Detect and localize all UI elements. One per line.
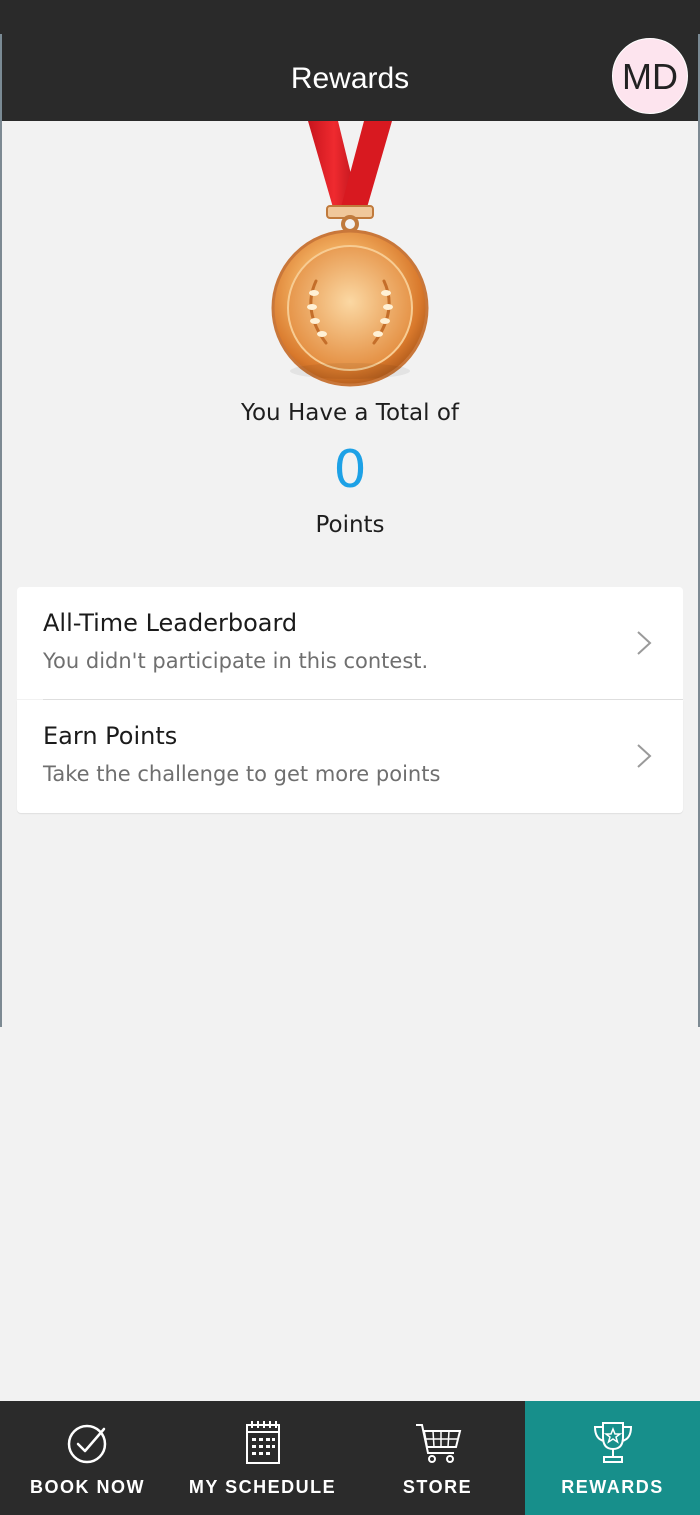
app-header: Rewards MD [0,34,700,121]
bottom-tab-bar: BOOK NOW MY SCHEDULE STORE REWARDS [0,1401,700,1515]
chevron-right-icon [637,631,652,655]
calendar-icon [245,1421,280,1464]
earn-points-row[interactable]: Earn Points Take the challenge to get mo… [17,700,683,813]
points-value: 0 [333,440,367,500]
tab-label: BOOK NOW [30,1477,145,1497]
tab-label: MY SCHEDULE [188,1477,337,1497]
leaderboard-subtitle: You didn't participate in this contest. [43,649,429,673]
tab-store[interactable]: STORE [350,1401,525,1515]
tab-rewards[interactable]: REWARDS [525,1401,700,1515]
tab-label: STORE [402,1477,473,1497]
cart-icon [415,1424,461,1463]
earn-points-subtitle: Take the challenge to get more points [43,762,441,786]
status-bar [0,0,700,34]
left-edge-divider [0,121,2,1027]
medal-icon [271,121,429,387]
page-title: Rewards [290,62,410,95]
avatar[interactable]: MD [612,38,688,114]
check-circle-icon [67,1424,106,1464]
points-unit-label: Points [315,512,385,538]
leaderboard-row[interactable]: All-Time Leaderboard You didn't particip… [17,587,683,699]
chevron-right-icon [637,744,652,768]
tab-my-schedule[interactable]: MY SCHEDULE [175,1401,350,1515]
points-total-label: You Have a Total of [240,400,460,426]
earn-points-title: Earn Points [43,722,178,750]
trophy-icon [593,1422,632,1463]
leaderboard-title: All-Time Leaderboard [43,609,298,637]
tab-book-now[interactable]: BOOK NOW [0,1401,175,1515]
tab-label: REWARDS [561,1477,664,1497]
